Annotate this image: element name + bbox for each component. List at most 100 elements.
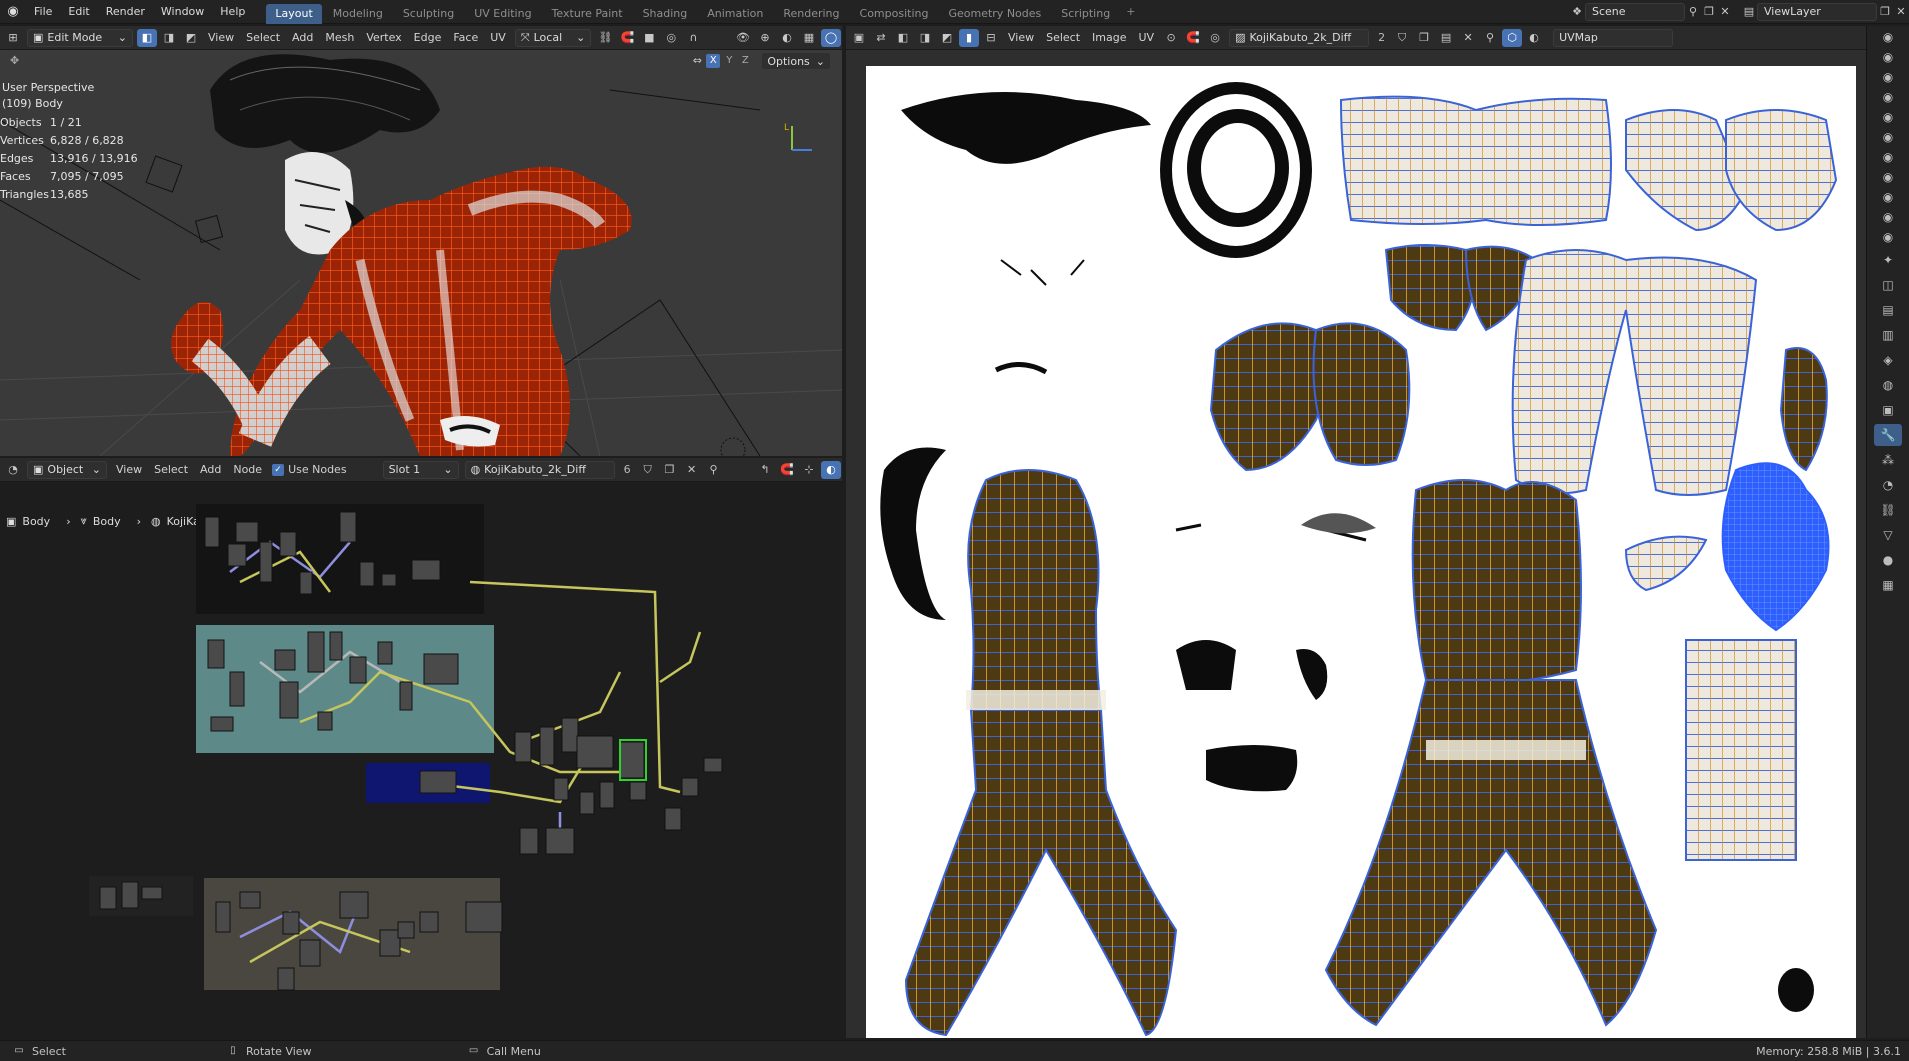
uv-tool-icon[interactable]: ⬡ <box>1502 28 1523 47</box>
visibility-icon[interactable]: 👁 <box>733 29 753 47</box>
pin-icon[interactable]: ⚲ <box>704 461 724 479</box>
view-layer-field[interactable]: ViewLayer <box>1757 3 1877 21</box>
image-browse-field[interactable]: ▨ KojiKabuto_2k_Diff <box>1229 28 1370 47</box>
shader-node[interactable] <box>465 901 503 933</box>
shader-node[interactable] <box>210 716 234 732</box>
uv-vertex-icon[interactable]: ◧ <box>893 29 913 47</box>
object-icon[interactable]: ▣ <box>1874 399 1902 421</box>
texture-icon[interactable]: ▦ <box>1874 574 1902 596</box>
face-select-icon[interactable]: ◩ <box>181 29 201 47</box>
physics-icon[interactable]: ◔ <box>1874 474 1902 496</box>
shader-node[interactable] <box>539 726 555 766</box>
node-menu-node[interactable]: Node <box>227 458 268 482</box>
output-icon[interactable]: ▤ <box>1874 299 1902 321</box>
gizmo-icon[interactable]: ⊕ <box>755 29 775 47</box>
camera-icon[interactable]: ◉ <box>1874 88 1902 106</box>
node-canvas[interactable]: ▣ Body › ⩔ Body › ◍ KojiKabuto_2k_Diff <box>0 482 842 1038</box>
shader-node[interactable] <box>229 671 245 707</box>
viewport-menu-mesh[interactable]: Mesh <box>319 26 360 50</box>
shading-wire-icon[interactable]: ◯ <box>821 28 841 47</box>
tab-geometry-nodes[interactable]: Geometry Nodes <box>939 4 1050 24</box>
shader-node[interactable] <box>235 521 259 543</box>
camera-icon[interactable]: ◉ <box>1874 228 1902 246</box>
uv-image-editor[interactable]: ▣ ⇄ ◧ ◨ ◩ ▮ ⊟ View Select Image UV ⊙ 🧲 ◎ ▨ K… <box>846 26 1866 1038</box>
shader-node[interactable] <box>204 516 220 548</box>
fake-user-icon[interactable]: ⛉ <box>638 461 658 479</box>
use-nodes-toggle[interactable]: ✓ Use Nodes <box>272 463 347 476</box>
viewport-menu-view[interactable]: View <box>202 26 240 50</box>
snap-mode-icon[interactable]: ⊹ <box>799 461 819 479</box>
editor-type-icon[interactable]: ⊞ <box>3 29 23 47</box>
shader-node[interactable] <box>259 541 273 583</box>
viewport-menu-vertex[interactable]: Vertex <box>360 26 407 50</box>
data-icon[interactable]: ▽ <box>1874 524 1902 546</box>
menu-file[interactable]: File <box>26 0 60 24</box>
particles-icon[interactable]: ⁂ <box>1874 449 1902 471</box>
editor-type-icon[interactable]: ▣ <box>849 29 869 47</box>
constraints-icon[interactable]: ⛓ <box>1874 499 1902 521</box>
shader-node[interactable] <box>207 639 225 669</box>
shader-node[interactable] <box>553 777 569 801</box>
blender-logo-icon[interactable]: ◉ <box>0 4 26 19</box>
3d-viewport[interactable]: ⊞ ▣ Edit Mode ⌄ ◧ ◨ ◩ View Select Add Mesh Ver… <box>0 26 842 456</box>
slot-dropdown[interactable]: Slot 1 ⌄ <box>382 460 459 479</box>
tab-texture-paint[interactable]: Texture Paint <box>543 4 632 24</box>
editor-type-icon[interactable]: ◔ <box>3 461 23 479</box>
tab-rendering[interactable]: Rendering <box>774 4 848 24</box>
shader-node[interactable] <box>349 656 367 684</box>
tab-sculpting[interactable]: Sculpting <box>394 4 463 24</box>
tab-compositing[interactable]: Compositing <box>851 4 938 24</box>
menu-window[interactable]: Window <box>153 0 212 24</box>
tab-shading[interactable]: Shading <box>634 4 697 24</box>
shader-node[interactable] <box>329 631 343 661</box>
shader-node[interactable] <box>379 929 401 957</box>
image-menu-uv[interactable]: UV <box>1133 26 1161 50</box>
camera-icon[interactable]: ◉ <box>1874 188 1902 206</box>
shader-node[interactable] <box>423 653 459 685</box>
shader-node[interactable] <box>664 807 682 831</box>
uv-face-icon[interactable]: ◩ <box>937 29 957 47</box>
material-users-count[interactable]: 6 <box>624 463 631 476</box>
shader-node[interactable] <box>419 770 457 794</box>
viewport-menu-edge[interactable]: Edge <box>408 26 448 50</box>
shader-node[interactable] <box>279 531 297 557</box>
options-dropdown[interactable]: Options ⌄ <box>761 52 831 70</box>
shader-node[interactable] <box>339 891 369 919</box>
snap-icon[interactable]: 🧲 <box>1183 29 1203 47</box>
snap-icon[interactable]: 🧲 <box>777 461 797 479</box>
mode-dropdown[interactable]: ▣ Edit Mode ⌄ <box>27 28 133 47</box>
shader-node[interactable] <box>99 886 117 910</box>
shader-node[interactable] <box>519 827 539 855</box>
shader-node-editor[interactable]: ◔ ▣ Object ⌄ View Select Add Node ✓ Use Nodes… <box>0 458 842 1038</box>
sticky-select-icon[interactable]: ⊟ <box>981 29 1001 47</box>
menu-render[interactable]: Render <box>98 0 153 24</box>
shader-node[interactable] <box>399 681 413 711</box>
shader-node[interactable] <box>411 559 441 581</box>
uv-sync-icon[interactable]: ⇄ <box>871 29 891 47</box>
shader-node[interactable] <box>576 735 614 769</box>
view-layer-icon[interactable]: ▥ <box>1874 324 1902 346</box>
camera-icon[interactable]: ◉ <box>1874 128 1902 146</box>
shader-node[interactable] <box>561 717 579 753</box>
new-material-icon[interactable]: ❐ <box>660 461 680 479</box>
shader-node[interactable] <box>141 886 163 900</box>
shader-node[interactable] <box>227 543 247 567</box>
camera-icon[interactable]: ◉ <box>1874 28 1902 46</box>
close-layer-icon[interactable]: ✕ <box>1893 4 1909 20</box>
menu-help[interactable]: Help <box>212 0 253 24</box>
open-image-icon[interactable]: ▤ <box>1436 29 1456 47</box>
overlay-icon[interactable]: ◐ <box>821 460 841 479</box>
view-layer-icon[interactable]: ▤ <box>1741 4 1757 20</box>
uv-island-icon[interactable]: ▮ <box>959 28 979 47</box>
mirror-icon[interactable]: ⇔ <box>689 53 705 69</box>
tab-scripting[interactable]: Scripting <box>1052 4 1119 24</box>
snap-icon[interactable]: 🧲 <box>617 29 637 47</box>
tab-uv-editing[interactable]: UV Editing <box>465 4 540 24</box>
snap-target-icon[interactable]: ■ <box>639 29 659 47</box>
axis-toggle-z[interactable]: Z <box>738 54 753 68</box>
unlink-icon[interactable]: ✕ <box>682 461 702 479</box>
shader-node[interactable] <box>279 681 299 719</box>
shader-node[interactable] <box>359 561 375 587</box>
shader-node[interactable] <box>397 921 415 939</box>
viewport-menu-face[interactable]: Face <box>447 26 484 50</box>
